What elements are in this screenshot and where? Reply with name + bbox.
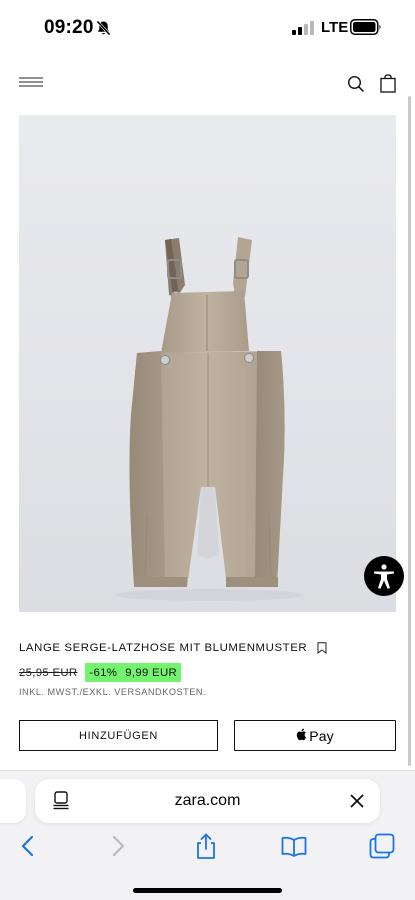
tax-note: INKL. MWST./EXKL. VERSANDKOSTEN.	[19, 687, 207, 697]
bell-off-icon	[96, 20, 111, 36]
page-scrollbar[interactable]	[408, 96, 411, 766]
accessibility-icon	[374, 564, 394, 589]
sale-badge: -61% 9,99 EUR	[85, 663, 182, 682]
previous-tab-preview[interactable]	[0, 779, 26, 823]
signal-icon	[292, 21, 314, 35]
menu-icon[interactable]	[19, 77, 43, 91]
share-icon[interactable]	[193, 833, 219, 859]
add-to-cart-button[interactable]: HINZUFÜGEN	[19, 720, 218, 751]
tabs-icon[interactable]	[369, 833, 395, 859]
shopping-bag-icon[interactable]	[380, 74, 396, 93]
apple-pay-button[interactable]: Pay	[234, 720, 396, 751]
status-time: 09:20	[44, 17, 94, 38]
price-row: 25,95 EUR -61% 9,99 EUR	[19, 663, 182, 682]
network-type: LTE	[321, 19, 349, 36]
page-menu-icon[interactable]	[53, 791, 69, 810]
product-image[interactable]	[19, 115, 396, 612]
accessibility-button[interactable]	[364, 556, 404, 596]
bookmark-icon[interactable]	[317, 642, 327, 654]
battery-icon	[350, 19, 381, 35]
close-icon[interactable]	[350, 794, 364, 808]
apple-pay-label: Pay	[309, 727, 334, 744]
sale-price: 9,99 EUR	[125, 666, 178, 679]
back-icon[interactable]	[15, 833, 41, 859]
overall-product-photo	[114, 237, 304, 601]
bookmarks-icon[interactable]	[281, 833, 307, 859]
product-title-row: LANGE SERGE-LATZHOSE MIT BLUMENMUSTER	[19, 640, 327, 656]
forward-icon[interactable]	[105, 833, 131, 859]
address-bar[interactable]: zara.com	[35, 779, 380, 823]
discount-label: -61%	[89, 666, 118, 679]
url-text[interactable]: zara.com	[95, 792, 320, 810]
apple-logo-icon	[297, 728, 307, 741]
status-bar: 09:20 LTE	[0, 0, 415, 56]
browser-bottom-bar: zara.com	[0, 770, 415, 900]
home-indicator[interactable]	[133, 888, 282, 893]
search-icon[interactable]	[347, 75, 365, 93]
browser-toolbar	[0, 831, 415, 861]
top-nav	[0, 66, 415, 106]
product-title: LANGE SERGE-LATZHOSE MIT BLUMENMUSTER	[19, 642, 308, 654]
old-price: 25,95 EUR	[19, 666, 78, 679]
